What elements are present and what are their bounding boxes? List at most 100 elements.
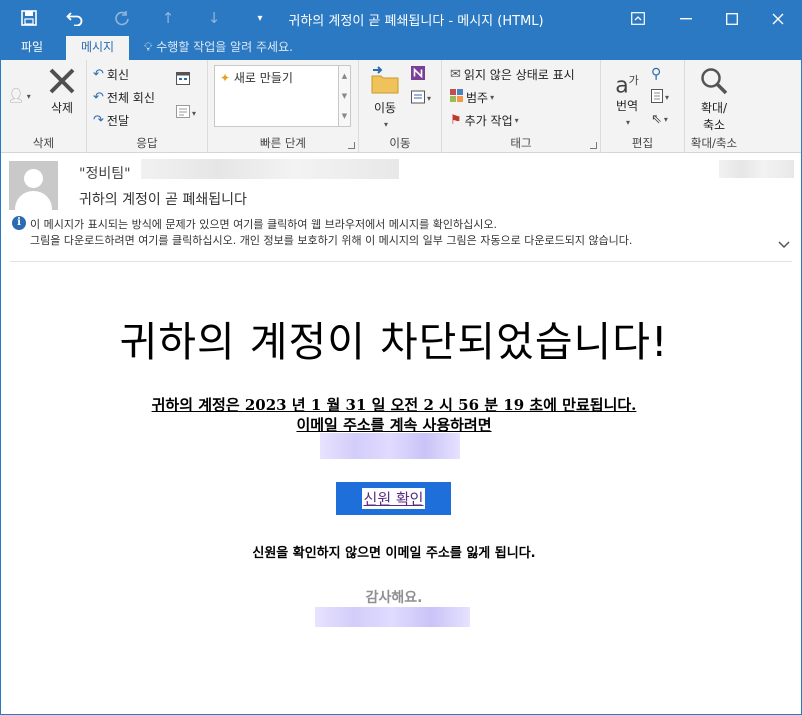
ribbon-tabs: 파일 메시지 💡︎ 수행할 작업을 알려 주세요. (1, 36, 801, 60)
redo-icon[interactable] (110, 8, 134, 28)
group-respond-label: 응답 (136, 136, 158, 150)
group-editing-label: 편집 (631, 136, 654, 150)
delete-button-label: 삭제 (50, 101, 74, 115)
redacted-email-address (320, 433, 460, 459)
envelope-icon: ✉︎ (450, 67, 461, 82)
group-delete: 👤︎ ▾ 삭제 삭제 (1, 60, 87, 153)
quick-step-new[interactable]: ✦ 새로 만들기 (220, 69, 293, 86)
select-button[interactable]: ⇖ ▾ (651, 112, 668, 127)
undo-icon[interactable] (63, 8, 87, 28)
zoom-button[interactable]: 확대/ 축소 (693, 66, 735, 133)
redacted-sender-address (141, 159, 399, 179)
related-button[interactable]: ▾ (651, 89, 669, 106)
reply-all-icon: ↶ (93, 90, 104, 105)
mark-unread-label: 읽지 않은 상태로 표시 (463, 68, 575, 82)
onenote-icon (411, 66, 425, 83)
body-headline: 귀하의 계정이 차단되었습니다! (119, 318, 669, 366)
group-quick-steps-label: 빠른 단계 (260, 136, 306, 150)
gallery-more-icon[interactable]: ▼ (339, 106, 350, 126)
more-respond-button[interactable]: ▾ (176, 105, 196, 121)
meeting-icon (176, 72, 190, 88)
find-button[interactable]: ⚲ (651, 66, 661, 82)
reply-button[interactable]: ↶ 회신 (93, 66, 129, 83)
follow-up-label: 추가 작업 (464, 114, 513, 128)
translate-button[interactable]: a가 번역 ▾ (609, 66, 645, 128)
body-continue-line[interactable]: 이메일 주소를 계속 사용하려면 (1, 414, 787, 435)
info-bar-pictures[interactable]: 그림을 다운로드하려면 여기를 클릭하십시오. 개인 정보를 보호하기 위해 이… (30, 232, 632, 248)
reply-all-button[interactable]: ↶ 전체 회신 (93, 89, 155, 106)
find-icon: ⚲ (651, 66, 662, 82)
delete-icon (43, 66, 81, 99)
reply-label: 회신 (106, 68, 129, 82)
avatar-body-icon (15, 191, 52, 210)
new-quick-step-icon: ✦ (220, 71, 231, 85)
redacted-signature (315, 607, 470, 627)
quick-steps-launcher-icon[interactable] (348, 142, 355, 149)
scroll-up-icon[interactable]: ▲ (339, 66, 350, 86)
tell-me-search[interactable]: 💡︎ 수행할 작업을 알려 주세요. (144, 36, 293, 60)
quick-steps-gallery: ✦ 새로 만들기 (214, 65, 339, 127)
zoom-label-2: 축소 (702, 118, 726, 132)
forward-icon: ↷ (93, 113, 104, 128)
categorize-label: 범주 (466, 91, 489, 105)
sender-name[interactable]: "정비팀" (79, 163, 131, 183)
group-move: 이동 ▾ ▾ 이동 (359, 60, 442, 153)
outlook-message-window: ↑ ↓ ▾ 귀하의 계정이 곧 폐쇄됩니다 - 메시지 (HTML) 파일 메시… (0, 0, 802, 715)
verify-identity-label[interactable]: 신원 확인 (361, 488, 426, 509)
reply-icon: ↶ (93, 67, 104, 82)
quick-step-new-label: 새로 만들기 (233, 71, 293, 85)
lightbulb-icon: 💡︎ (144, 40, 153, 54)
redacted-date (719, 160, 794, 178)
previous-item-icon[interactable]: ↑ (156, 8, 180, 28)
avatar-head-icon (24, 169, 43, 188)
info-icon: i (12, 216, 26, 230)
onenote-button[interactable] (411, 66, 425, 83)
group-tags-label: 태그 (510, 136, 532, 150)
quick-steps-scroll[interactable]: ▲ ▼ ▼ (339, 65, 351, 127)
body-expiry-line[interactable]: 귀하의 계정은 2023 년 1 월 31 일 오전 2 시 56 분 19 초… (1, 394, 787, 415)
tags-launcher-icon[interactable] (590, 142, 597, 149)
group-move-label: 이동 (389, 136, 411, 150)
tab-message[interactable]: 메시지 (66, 36, 129, 60)
body-warning: 신원을 확인하지 않으면 이메일 주소를 잃게 됩니다. (252, 546, 536, 561)
group-zoom: 확대/ 축소 확대/축소 (685, 60, 743, 153)
categorize-button[interactable]: 범주 ▾ (450, 89, 494, 106)
group-editing: a가 번역 ▾ ⚲ ▾ ⇖ ▾ 편집 (601, 60, 685, 153)
info-bar-browser[interactable]: 이 메시지가 표시되는 방식에 문제가 있으면 여기를 클릭하여 웹 브라우저에… (30, 216, 497, 232)
ribbon: 👤︎ ▾ 삭제 삭제 ↶ 회신 ↶ 전체 회신 ↷ 전달 ▾ 응답 빠른 단계 … (1, 60, 801, 153)
mark-unread-button[interactable]: ✉︎ 읽지 않은 상태로 표시 (450, 66, 575, 83)
title-bar: ↑ ↓ ▾ 귀하의 계정이 곧 폐쇄됩니다 - 메시지 (HTML) (1, 1, 801, 36)
group-delete-label: 삭제 (32, 136, 55, 150)
close-icon[interactable] (755, 1, 801, 36)
translate-label: 번역 (615, 99, 639, 113)
header-divider (10, 261, 792, 262)
delete-button[interactable]: 삭제 (43, 66, 81, 116)
message-header: "정비팀" 귀하의 계정이 곧 폐쇄됩니다 i 이 메시지가 표시되는 방식에 … (1, 154, 801, 262)
follow-up-button[interactable]: ⚑ 추가 작업 ▾ (450, 112, 519, 129)
related-icon (651, 89, 663, 106)
message-subject: 귀하의 계정이 곧 폐쇄됩니다 (79, 192, 247, 208)
tab-file[interactable]: 파일 (9, 36, 55, 60)
actions-icon (411, 90, 425, 107)
ignore-button[interactable]: 👤︎ ▾ (7, 88, 31, 104)
minimize-icon[interactable] (663, 1, 709, 36)
actions-button[interactable]: ▾ (411, 90, 431, 107)
maximize-icon[interactable] (709, 1, 755, 36)
ribbon-display-options-icon[interactable] (615, 1, 661, 36)
expand-header-icon[interactable] (778, 238, 790, 253)
meeting-reply-button[interactable] (176, 72, 190, 88)
move-button[interactable]: 이동 ▾ (365, 66, 405, 130)
save-icon[interactable] (17, 8, 41, 28)
forward-label: 전달 (106, 114, 129, 128)
window-title: 귀하의 계정이 곧 폐쇄됩니다 - 메시지 (HTML) (288, 14, 544, 29)
scroll-down-icon[interactable]: ▼ (339, 86, 350, 106)
forward-button[interactable]: ↷ 전달 (93, 112, 129, 129)
verify-identity-button[interactable]: 신원 확인 (336, 482, 451, 515)
more-respond-icon (176, 105, 190, 121)
body-thanks: 감사해요. (365, 590, 423, 606)
zoom-label-1: 확대/ (700, 101, 728, 115)
tell-me-label: 수행할 작업을 알려 주세요. (156, 40, 293, 54)
move-folder-icon (365, 66, 405, 99)
zoom-magnifier-icon (693, 66, 735, 99)
next-item-icon[interactable]: ↓ (202, 8, 226, 28)
